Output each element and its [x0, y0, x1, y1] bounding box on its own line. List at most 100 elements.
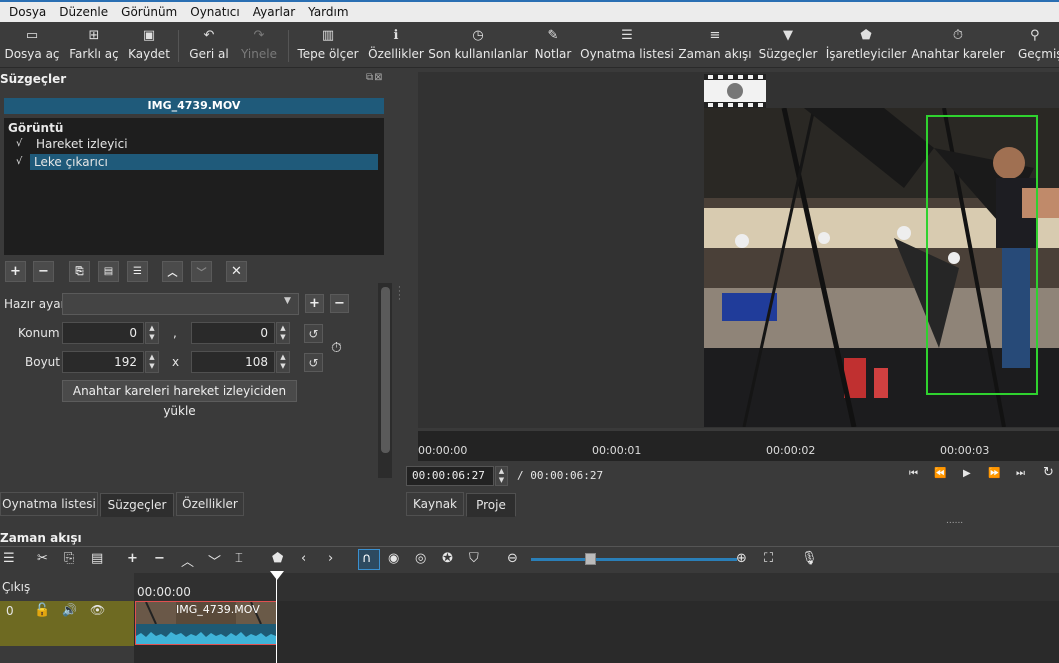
zoom-in-icon[interactable]: ⊕ — [736, 551, 747, 566]
paste-filter-button[interactable]: ▤ — [98, 261, 119, 282]
size-height-spinner[interactable]: ▲ ▼ — [276, 351, 290, 373]
ruler-tick-label: 00:00:00 — [418, 444, 468, 457]
filters-button[interactable]: ▼ Süzgeçler — [759, 22, 818, 68]
save-preset-button[interactable]: ☰ — [127, 261, 148, 282]
previous-marker-icon[interactable]: ‹ — [301, 551, 306, 566]
next-marker-icon[interactable]: › — [328, 551, 333, 566]
append-icon[interactable]: + — [127, 551, 138, 566]
rewind-icon[interactable]: ⏪ — [934, 468, 946, 479]
ruler-tick-label: 00:00:03 — [940, 444, 990, 457]
remove-preset-button[interactable]: − — [330, 294, 349, 313]
peak-meter-button[interactable]: ▥ Tepe ölçer — [296, 22, 360, 68]
size-height-field[interactable]: 108 — [191, 351, 275, 373]
remove-filter-button[interactable]: − — [33, 261, 54, 282]
keyframe-stopwatch-icon[interactable]: ⏱ — [331, 340, 342, 356]
loop-icon[interactable]: ↻ — [1043, 465, 1054, 480]
current-time-spinner[interactable]: ▲ ▼ — [495, 466, 508, 486]
output-label: Çıkış — [2, 580, 31, 594]
zoom-out-icon[interactable]: ⊖ — [507, 551, 518, 566]
resize-grip[interactable]: ...... — [946, 516, 963, 526]
tab-filters[interactable]: Süzgeçler — [100, 493, 174, 517]
speaker-icon[interactable]: 🔊 — [62, 603, 77, 617]
overwrite-icon[interactable]: ﹀ — [208, 551, 221, 570]
player-time-ruler[interactable]: 00:00:00 00:00:01 00:00:02 00:00:03 — [418, 431, 1059, 461]
zoom-slider-handle[interactable] — [585, 553, 596, 565]
size-width-spinner[interactable]: ▲ ▼ — [145, 351, 159, 373]
skip-previous-icon[interactable]: ⏮ — [909, 468, 918, 479]
position-y-field[interactable]: 0 — [191, 322, 275, 344]
copy-icon[interactable]: ⎘ — [64, 551, 74, 566]
save-icon: ▣ — [142, 28, 156, 43]
record-audio-icon[interactable]: 🎙 — [801, 551, 818, 566]
panel-splitter-handle[interactable]: · · · · — [398, 284, 401, 305]
split-icon[interactable]: ⌶ — [235, 551, 243, 566]
copy-filter-button[interactable]: ⎘ — [69, 261, 90, 282]
position-x-spinner[interactable]: ▲ ▼ — [145, 322, 159, 344]
filter-enabled-checkbox[interactable]: √ — [16, 154, 22, 170]
deselect-filter-button[interactable]: ✕ — [226, 261, 247, 282]
menu-edit[interactable]: Düzenle — [54, 5, 113, 19]
playlist-button[interactable]: ☰ Oynatma listesi — [580, 22, 674, 68]
load-keyframes-button[interactable]: Anahtar kareleri hareket izleyiciden yük… — [62, 380, 297, 418]
scrub-icon[interactable]: ◉ — [388, 551, 399, 566]
current-time-field[interactable]: 00:00:06:27 — [406, 466, 494, 486]
reset-size-button[interactable]: ↺ — [304, 353, 323, 372]
marker-icon[interactable]: ⬟ — [272, 551, 283, 566]
redo-button[interactable]: ↷ Yinele — [236, 22, 282, 68]
position-y-spinner[interactable]: ▲ ▼ — [276, 322, 290, 344]
save-button[interactable]: ▣ Kaydet — [126, 22, 172, 68]
ruler-tick-label: 00:00:02 — [766, 444, 816, 457]
skip-next-icon[interactable]: ⏭ — [1016, 468, 1025, 479]
ripple-markers-icon[interactable]: ⛉ — [469, 551, 479, 566]
size-width-field[interactable]: 192 — [62, 351, 144, 373]
history-button[interactable]: ⚲ Geçmiş — [1014, 22, 1059, 68]
zoom-fit-icon[interactable]: ⛶ — [764, 551, 773, 566]
cut-icon[interactable]: ✂ — [37, 551, 48, 566]
menu-player[interactable]: Oynatıcı — [185, 5, 244, 19]
move-up-button[interactable]: ︿ — [162, 261, 183, 282]
open-file-button[interactable]: ▭ Dosya aç — [4, 22, 60, 68]
tab-project[interactable]: Proje — [466, 493, 516, 517]
menu-settings[interactable]: Ayarlar — [248, 5, 300, 19]
ripple-all-icon[interactable]: ✪ — [442, 551, 453, 566]
open-icon: ▭ — [25, 28, 39, 43]
tab-playlist[interactable]: Oynatma listesi — [0, 492, 98, 516]
preset-select[interactable] — [62, 293, 299, 315]
move-down-button[interactable]: ﹀ — [191, 261, 212, 282]
filter-item-motion-tracker[interactable]: √ Hareket izleyici — [4, 136, 384, 152]
lock-icon[interactable]: 🔓 — [34, 603, 50, 618]
scrollbar-thumb[interactable] — [381, 287, 390, 453]
tracking-rectangle[interactable] — [926, 115, 1038, 395]
play-icon[interactable]: ▶ — [963, 468, 971, 479]
timeline-menu-icon[interactable]: ☰ — [3, 551, 15, 566]
panel-float-close-icon[interactable]: ⧉⊠ — [366, 72, 384, 83]
position-x-field[interactable]: 0 — [62, 322, 144, 344]
add-preset-button[interactable]: + — [305, 294, 324, 313]
markers-button[interactable]: ⬟ İşaretleyiciler — [826, 22, 907, 68]
zoom-slider[interactable] — [531, 558, 737, 561]
recent-button[interactable]: ◷ Son kullanılanlar — [428, 22, 527, 68]
filter-enabled-checkbox[interactable]: √ — [16, 136, 22, 152]
lift-icon[interactable]: ︿ — [181, 551, 194, 570]
fast-forward-icon[interactable]: ⏩ — [988, 468, 1000, 479]
add-filter-button[interactable]: + — [5, 261, 26, 282]
undo-button[interactable]: ↶ Geri al — [186, 22, 232, 68]
menu-view[interactable]: Görünüm — [116, 5, 182, 19]
tab-properties[interactable]: Özellikler — [176, 492, 244, 516]
playhead-handle[interactable] — [270, 571, 284, 580]
remove-icon[interactable]: − — [154, 551, 165, 566]
reset-position-button[interactable]: ↺ — [304, 324, 323, 343]
timeline-button[interactable]: ≡ Zaman akışı — [678, 22, 751, 68]
ripple-icon[interactable]: ◎ — [415, 551, 426, 566]
tab-source[interactable]: Kaynak — [406, 492, 464, 516]
filter-item-blemish-remover[interactable]: √ Leke çıkarıcı — [4, 154, 384, 170]
paste-icon[interactable]: ▤ — [91, 551, 103, 566]
menu-help[interactable]: Yardım — [303, 5, 353, 19]
eye-icon[interactable]: 👁 — [90, 603, 105, 617]
keyframes-button[interactable]: ⏱ Anahtar kareler — [911, 22, 1004, 68]
open-other-button[interactable]: ⊞ Farklı aç — [66, 22, 122, 68]
notes-button[interactable]: ✎ Notlar — [534, 22, 572, 68]
properties-button[interactable]: ℹ Özellikler — [368, 22, 424, 68]
playhead-line[interactable] — [276, 573, 277, 663]
menu-file[interactable]: Dosya — [4, 5, 51, 19]
